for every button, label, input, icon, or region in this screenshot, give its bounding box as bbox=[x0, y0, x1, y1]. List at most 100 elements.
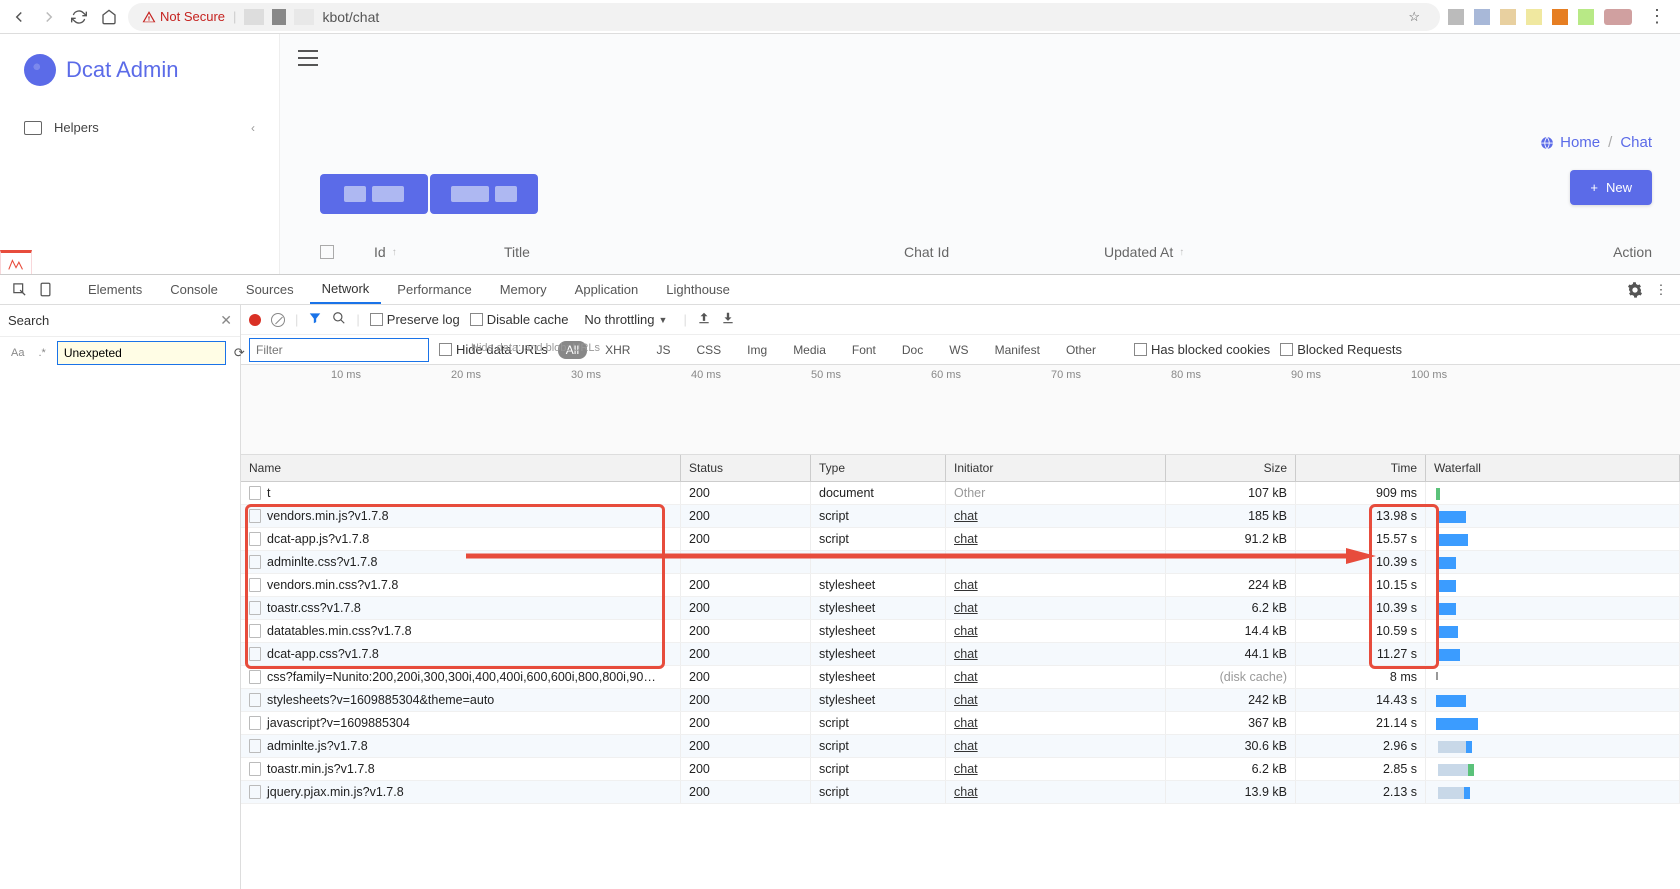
browser-menu-icon[interactable]: ⋮ bbox=[1642, 6, 1672, 27]
search-icon[interactable] bbox=[332, 311, 346, 328]
tab-performance[interactable]: Performance bbox=[385, 276, 483, 303]
breadcrumb-home[interactable]: Home bbox=[1540, 134, 1600, 151]
extension-icon[interactable] bbox=[1552, 9, 1568, 25]
extension-icon[interactable] bbox=[1474, 9, 1490, 25]
tab-console[interactable]: Console bbox=[158, 276, 230, 303]
tab-application[interactable]: Application bbox=[563, 276, 651, 303]
col-id[interactable]: Id bbox=[374, 244, 386, 260]
sidebar: Dcat Admin Helpers ‹ bbox=[0, 34, 280, 274]
col-title[interactable]: Title bbox=[504, 244, 904, 260]
table-row[interactable]: adminlte.css?v1.7.810.39 s bbox=[241, 551, 1680, 574]
main-topbar bbox=[280, 34, 1680, 82]
device-toggle-icon[interactable] bbox=[34, 279, 56, 301]
search-input[interactable] bbox=[57, 341, 226, 365]
tab-elements[interactable]: Elements bbox=[76, 276, 154, 303]
filter-all[interactable]: All bbox=[558, 341, 587, 359]
throttling-select[interactable]: No throttling ▼ bbox=[578, 310, 673, 329]
regex-toggle[interactable]: .* bbox=[35, 345, 48, 361]
table-row[interactable]: dcat-app.css?v1.7.8200stylesheetchat44.1… bbox=[241, 643, 1680, 666]
extension-icon[interactable] bbox=[1604, 9, 1632, 25]
breadcrumb-current: Chat bbox=[1620, 134, 1652, 151]
laravel-debug-badge[interactable] bbox=[0, 250, 32, 276]
breadcrumb-separator: / bbox=[1608, 134, 1612, 151]
match-case-toggle[interactable]: Aa bbox=[8, 345, 27, 361]
tab-lighthouse[interactable]: Lighthouse bbox=[654, 276, 742, 303]
select-all-checkbox[interactable] bbox=[320, 245, 334, 259]
col-size[interactable]: Size bbox=[1166, 455, 1296, 481]
filter-img[interactable]: Img bbox=[739, 341, 775, 359]
extension-icon[interactable] bbox=[1448, 9, 1464, 25]
reload-button[interactable] bbox=[68, 6, 90, 28]
col-chat-id[interactable]: Chat Id bbox=[904, 244, 1104, 260]
filter-input[interactable] bbox=[249, 338, 429, 362]
download-har-icon[interactable] bbox=[721, 311, 735, 328]
has-blocked-cookies-checkbox[interactable]: Has blocked cookies bbox=[1134, 342, 1270, 357]
table-row[interactable]: vendors.min.css?v1.7.8200stylesheetchat2… bbox=[241, 574, 1680, 597]
filter-doc[interactable]: Doc bbox=[894, 341, 931, 359]
tab-sources[interactable]: Sources bbox=[234, 276, 306, 303]
plus-icon: + bbox=[1590, 180, 1598, 195]
disable-cache-checkbox[interactable]: Disable cache bbox=[470, 312, 569, 327]
new-button[interactable]: + New bbox=[1570, 170, 1652, 205]
bookmark-icon[interactable]: ☆ bbox=[1408, 9, 1420, 25]
hide-data-urls-checkbox[interactable]: Hide data URLs bbox=[439, 342, 548, 357]
sidebar-toggle-button[interactable] bbox=[298, 50, 318, 66]
filter-css[interactable]: CSS bbox=[688, 341, 729, 359]
more-icon[interactable]: ⋮ bbox=[1650, 279, 1672, 301]
record-button[interactable] bbox=[249, 314, 261, 326]
devtools-tabs: Elements Console Sources Network Perform… bbox=[0, 275, 1680, 305]
filter-manifest[interactable]: Manifest bbox=[987, 341, 1048, 359]
col-waterfall[interactable]: Waterfall bbox=[1426, 455, 1680, 481]
col-updated-at[interactable]: Updated At bbox=[1104, 244, 1173, 260]
brand[interactable]: Dcat Admin bbox=[0, 54, 279, 106]
table-row[interactable]: dcat-app.js?v1.7.8200scriptchat91.2 kB15… bbox=[241, 528, 1680, 551]
breadcrumb-home-label: Home bbox=[1560, 134, 1600, 151]
network-request-list[interactable]: t200documentOther107 kB909 msvendors.min… bbox=[241, 482, 1680, 889]
sidebar-item-helpers[interactable]: Helpers ‹ bbox=[0, 106, 279, 149]
table-row[interactable]: t200documentOther107 kB909 ms bbox=[241, 482, 1680, 505]
clear-button[interactable] bbox=[271, 313, 285, 327]
table-row[interactable]: javascript?v=1609885304200scriptchat367 … bbox=[241, 712, 1680, 735]
extension-icon[interactable] bbox=[1500, 9, 1516, 25]
sort-icon[interactable]: ↑ bbox=[1179, 247, 1184, 258]
filter-ws[interactable]: WS bbox=[941, 341, 976, 359]
home-button[interactable] bbox=[98, 6, 120, 28]
address-bar[interactable]: Not Secure | kbot/chat ☆ bbox=[128, 3, 1440, 31]
inspect-element-icon[interactable] bbox=[8, 279, 30, 301]
table-row[interactable]: toastr.min.js?v1.7.8200scriptchat6.2 kB2… bbox=[241, 758, 1680, 781]
col-action: Action bbox=[1552, 244, 1652, 260]
upload-har-icon[interactable] bbox=[697, 311, 711, 328]
back-button[interactable] bbox=[8, 6, 30, 28]
table-row[interactable]: vendors.min.js?v1.7.8200scriptchat185 kB… bbox=[241, 505, 1680, 528]
col-initiator[interactable]: Initiator bbox=[946, 455, 1166, 481]
tab-memory[interactable]: Memory bbox=[488, 276, 559, 303]
table-header: Id ↑ Title Chat Id Updated At ↑ Action bbox=[320, 244, 1652, 260]
col-type[interactable]: Type bbox=[811, 455, 946, 481]
filter-media[interactable]: Media bbox=[785, 341, 834, 359]
extension-icon[interactable] bbox=[1578, 9, 1594, 25]
table-row[interactable]: stylesheets?v=1609885304&theme=auto200st… bbox=[241, 689, 1680, 712]
filter-font[interactable]: Font bbox=[844, 341, 884, 359]
forward-button[interactable] bbox=[38, 6, 60, 28]
filter-js[interactable]: JS bbox=[648, 341, 678, 359]
settings-icon[interactable] bbox=[1624, 279, 1646, 301]
table-row[interactable]: adminlte.js?v1.7.8200scriptchat30.6 kB2.… bbox=[241, 735, 1680, 758]
table-row[interactable]: jquery.pjax.min.js?v1.7.8200scriptchat13… bbox=[241, 781, 1680, 804]
col-name[interactable]: Name bbox=[241, 455, 681, 481]
col-status[interactable]: Status bbox=[681, 455, 811, 481]
close-search-icon[interactable]: ✕ bbox=[220, 312, 232, 329]
col-time[interactable]: Time bbox=[1296, 455, 1426, 481]
table-row[interactable]: css?family=Nunito:200,200i,300,300i,400,… bbox=[241, 666, 1680, 689]
filter-toggle-icon[interactable] bbox=[308, 311, 322, 328]
table-row[interactable]: toastr.css?v1.7.8200stylesheetchat6.2 kB… bbox=[241, 597, 1680, 620]
filter-xhr[interactable]: XHR bbox=[597, 341, 638, 359]
search-pane-title bbox=[8, 309, 214, 332]
network-timeline[interactable]: 10 ms 20 ms 30 ms 40 ms 50 ms 60 ms 70 m… bbox=[241, 365, 1680, 455]
filter-other[interactable]: Other bbox=[1058, 341, 1104, 359]
tab-network[interactable]: Network bbox=[310, 275, 382, 304]
sort-icon[interactable]: ↑ bbox=[392, 247, 397, 258]
table-row[interactable]: datatables.min.css?v1.7.8200stylesheetch… bbox=[241, 620, 1680, 643]
blocked-requests-checkbox[interactable]: Blocked Requests bbox=[1280, 342, 1402, 357]
preserve-log-checkbox[interactable]: Preserve log bbox=[370, 312, 460, 327]
extension-icon[interactable] bbox=[1526, 9, 1542, 25]
